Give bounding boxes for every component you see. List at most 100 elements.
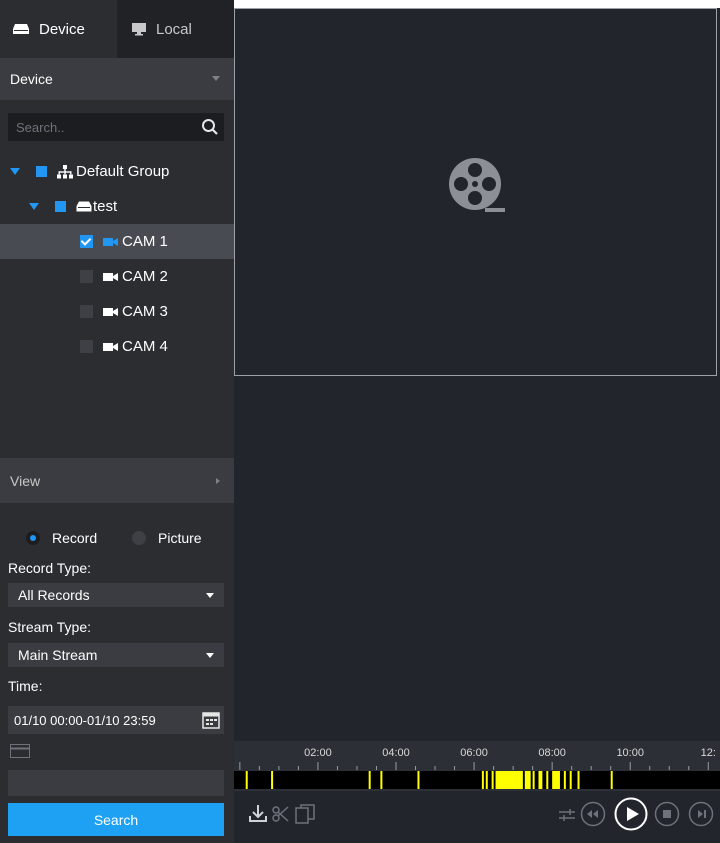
snapshot-icon[interactable]	[294, 803, 316, 825]
time-range-value: 01/10 00:00-01/10 23:59	[14, 712, 156, 728]
tree-item-label: Default Group	[76, 163, 170, 180]
expand-arrow-icon[interactable]	[29, 203, 39, 210]
record-segment[interactable]	[552, 771, 560, 789]
play-icon[interactable]	[614, 797, 648, 831]
tree-item-label: CAM 1	[122, 233, 168, 250]
tab-bar: Device Local	[0, 0, 234, 58]
scissors-icon[interactable]	[272, 805, 290, 823]
chevron-down-icon	[206, 653, 214, 658]
calendar-icon[interactable]	[202, 711, 220, 729]
tree-item-label: CAM 2	[122, 268, 168, 285]
time-label: Time:	[8, 678, 43, 694]
search-placeholder: Search..	[16, 119, 65, 135]
download-icon[interactable]	[248, 803, 268, 825]
record-segment[interactable]	[380, 771, 383, 789]
view-panel-header[interactable]: View	[0, 458, 234, 503]
dvr-icon	[76, 201, 92, 212]
cam-4-checkbox[interactable]	[80, 340, 93, 353]
timeline-tick-label: 08:00	[538, 747, 566, 759]
record-type-label: Record Type:	[8, 560, 92, 576]
tree-item-label: CAM 4	[122, 338, 168, 355]
record-segment[interactable]	[481, 771, 484, 789]
camera-icon	[103, 307, 118, 316]
chevron-right-icon	[216, 478, 220, 484]
radio-record[interactable]: Record	[26, 530, 97, 546]
card-icon	[10, 744, 30, 758]
record-segment[interactable]	[485, 771, 488, 789]
chevron-down-icon	[206, 593, 214, 598]
record-segment[interactable]	[417, 771, 420, 789]
cam-3-checkbox[interactable]	[80, 305, 93, 318]
film-reel-icon	[449, 158, 505, 212]
camera-icon	[103, 272, 118, 281]
tree-item-cam-3[interactable]: CAM 3	[0, 294, 234, 329]
stream-type-select[interactable]: Main Stream	[8, 643, 224, 667]
timeline-tick-label: 06:00	[460, 747, 488, 759]
rewind-icon[interactable]	[580, 801, 606, 827]
record-segment[interactable]	[538, 771, 543, 789]
timeline-tick-label: 10:00	[616, 747, 644, 759]
next-frame-icon[interactable]	[688, 801, 714, 827]
record-segment[interactable]	[532, 771, 535, 789]
tree-item-test[interactable]: test	[0, 189, 234, 224]
video-window[interactable]	[234, 8, 717, 376]
tab-local[interactable]: Local	[117, 0, 234, 58]
org-chart-icon	[57, 164, 73, 178]
record-segment[interactable]	[368, 771, 371, 789]
radio-picture-label: Picture	[158, 530, 202, 546]
time-range-field[interactable]: 01/10 00:00-01/10 23:59	[8, 706, 224, 734]
tree-item-cam-2[interactable]: CAM 2	[0, 259, 234, 294]
device-icon	[13, 24, 29, 34]
record-segment[interactable]	[546, 771, 549, 789]
camera-icon	[103, 342, 118, 351]
search-button[interactable]: Search	[8, 803, 224, 836]
record-segment[interactable]	[524, 771, 531, 789]
radio-picture[interactable]: Picture	[132, 530, 202, 546]
view-panel-title: View	[10, 472, 41, 489]
tab-local-label: Local	[156, 20, 192, 38]
tree-item-label: CAM 3	[122, 303, 168, 320]
device-search-input[interactable]: Search..	[8, 113, 224, 141]
record-segment[interactable]	[569, 771, 572, 789]
timeline-tick-label: 12:	[700, 747, 716, 759]
record-segment[interactable]	[563, 771, 566, 789]
extra-input[interactable]	[8, 770, 224, 796]
radio-picture-dot[interactable]	[132, 531, 146, 545]
sidebar: Device Local Device Search.. Default Gro…	[0, 0, 234, 843]
record-segment[interactable]	[495, 771, 523, 789]
recording-bar[interactable]	[234, 771, 720, 789]
record-segment[interactable]	[610, 771, 613, 789]
sync-icon[interactable]	[558, 807, 576, 823]
device-panel-header[interactable]: Device	[0, 58, 234, 100]
search-icon[interactable]	[201, 118, 219, 136]
cam-1-checkbox[interactable]	[80, 235, 93, 248]
record-segment[interactable]	[577, 771, 580, 789]
tab-device[interactable]: Device	[0, 0, 117, 58]
stream-type-label: Stream Type:	[8, 619, 92, 635]
group-checkbox[interactable]	[36, 166, 47, 177]
tree-item-cam-4[interactable]: CAM 4	[0, 329, 234, 364]
top-strip	[234, 0, 720, 8]
tree-item-cam-1[interactable]: CAM 1	[0, 224, 234, 259]
record-type-select[interactable]: All Records	[8, 583, 224, 607]
chevron-down-icon	[212, 76, 220, 81]
tree-item-default-group[interactable]: Default Group	[0, 154, 234, 189]
timeline-tick-label: 02:00	[304, 747, 332, 759]
camera-icon	[103, 237, 118, 246]
radio-record-dot[interactable]	[26, 531, 40, 545]
timeline[interactable]: 02:00 04:00 06:00 08:00 10:00 12:	[234, 741, 720, 791]
record-segment[interactable]	[271, 771, 274, 789]
device-checkbox[interactable]	[55, 201, 66, 212]
expand-arrow-icon[interactable]	[10, 168, 20, 175]
record-segment[interactable]	[245, 771, 248, 789]
record-segment[interactable]	[491, 771, 494, 789]
playback-toolbar	[234, 791, 720, 843]
stop-icon[interactable]	[654, 801, 680, 827]
stream-type-value: Main Stream	[18, 647, 98, 663]
timeline-tick-label: 04:00	[382, 747, 410, 759]
tree-item-label: test	[93, 198, 118, 215]
tab-device-label: Device	[39, 20, 85, 38]
monitor-icon	[132, 23, 146, 36]
radio-record-label: Record	[52, 530, 98, 546]
cam-2-checkbox[interactable]	[80, 270, 93, 283]
